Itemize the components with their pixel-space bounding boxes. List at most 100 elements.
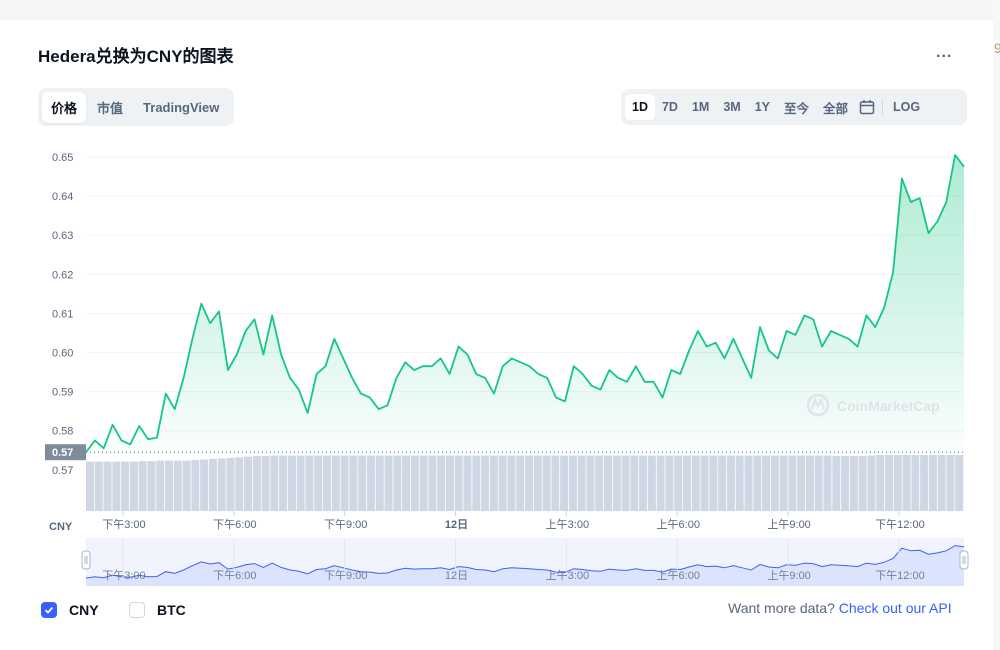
volume-bar xyxy=(709,455,718,511)
x-tick-label: 下午12:00 xyxy=(875,518,925,531)
volume-bar xyxy=(121,461,130,511)
volume-bar xyxy=(331,455,340,511)
currency-axis-label: CNY xyxy=(49,521,73,533)
x-tick-label: 下午3:00 xyxy=(102,518,145,531)
volume-bar xyxy=(753,455,762,511)
navigator-x-label: 上午3:00 xyxy=(546,569,589,582)
navigator-x-label: 上午6:00 xyxy=(657,569,700,582)
volume-bar xyxy=(735,455,744,511)
cny-checkbox[interactable] xyxy=(41,602,57,618)
volume-bar xyxy=(428,455,437,511)
volume-bar xyxy=(656,455,665,511)
checkmark-icon xyxy=(44,606,54,614)
volume-bar xyxy=(525,455,533,511)
cny-label: CNY xyxy=(69,602,99,618)
volume-bar xyxy=(217,458,226,511)
volume-bar xyxy=(182,460,191,511)
volume-bar xyxy=(928,455,937,511)
volume-bar xyxy=(542,455,551,511)
volume-bar xyxy=(384,455,393,511)
volume-bar xyxy=(410,455,419,511)
volume-bar xyxy=(718,455,727,511)
volume-bar xyxy=(639,455,648,511)
volume-bar xyxy=(560,455,569,511)
volume-bar xyxy=(595,455,604,511)
y-tick-label: 0.58 xyxy=(52,426,73,438)
x-tick-label: 下午9:00 xyxy=(324,518,367,531)
volume-bar xyxy=(823,455,832,511)
y-tick-label: 0.59 xyxy=(52,387,73,399)
volume-bar xyxy=(489,455,498,511)
volume-bar xyxy=(226,457,235,511)
x-tick-label: 12日 xyxy=(445,518,468,531)
volume-bar xyxy=(955,455,964,511)
watermark-text: CoinMarketCap xyxy=(837,398,940,414)
navigator-x-label: 下午9:00 xyxy=(324,569,367,582)
y-tick-label: 0.60 xyxy=(52,348,73,360)
legend-cny[interactable]: CNY xyxy=(41,599,99,621)
volume-bar xyxy=(867,455,876,511)
volume-bar xyxy=(568,455,577,511)
navigator-x-label: 下午12:00 xyxy=(875,569,925,582)
volume-bar xyxy=(691,455,700,511)
volume-bar xyxy=(762,455,771,511)
btc-checkbox[interactable] xyxy=(129,602,145,618)
volume-bar xyxy=(849,456,858,511)
volume-bar xyxy=(893,455,902,511)
volume-bar xyxy=(744,455,753,511)
volume-bar xyxy=(507,455,516,511)
volume-bar xyxy=(858,456,867,511)
x-tick-label: 下午6:00 xyxy=(213,518,256,531)
y-tick-label: 0.61 xyxy=(52,308,73,320)
navigator-x-label: 上午9:00 xyxy=(767,569,810,582)
volume-bar xyxy=(586,455,595,511)
volume-bar xyxy=(665,455,674,511)
volume-bar xyxy=(683,455,692,511)
x-tick-label: 上午3:00 xyxy=(546,518,589,531)
reference-value-label: 0.57 xyxy=(52,447,73,459)
volume-bar xyxy=(814,455,823,511)
volume-bar xyxy=(472,455,481,511)
volume-bar xyxy=(884,455,893,511)
volume-bar xyxy=(147,461,156,511)
volume-bar xyxy=(349,455,358,511)
volume-bar xyxy=(402,455,411,511)
navigator-left-handle[interactable] xyxy=(81,550,91,570)
navigator-x-label: 12日 xyxy=(445,570,468,582)
volume-bar xyxy=(937,455,946,511)
volume-bar xyxy=(358,455,367,511)
navigator-right-handle[interactable] xyxy=(959,550,969,570)
btc-label: BTC xyxy=(157,602,186,618)
volume-bar xyxy=(173,460,182,511)
volume-bar xyxy=(445,455,454,511)
volume-bar xyxy=(516,455,525,511)
volume-bar xyxy=(305,455,314,511)
volume-bar xyxy=(129,461,138,511)
volume-bar xyxy=(366,455,375,511)
y-tick-label: 0.62 xyxy=(52,269,73,281)
volume-bar xyxy=(244,456,253,511)
volume-bar xyxy=(612,455,621,511)
volume-bar xyxy=(419,455,428,511)
y-tick-label: 0.63 xyxy=(52,230,73,242)
volume-bar xyxy=(551,455,560,511)
range-navigator[interactable]: 下午3:00 下午6:00 下午9:00 12日 上午3:00 上午6:00 上午9:00 下… xyxy=(81,538,969,586)
price-chart: 0.65 0.64 0.63 0.62 0.61 0.60 0.59 0.58 0.57 0.5… xyxy=(45,152,969,586)
legend-btc[interactable]: BTC xyxy=(129,599,186,621)
y-tick-label: 0.57 xyxy=(52,465,73,477)
api-link[interactable]: Check out our API xyxy=(839,600,952,616)
volume-bar xyxy=(340,455,349,511)
volume-bar xyxy=(779,455,788,511)
price-area xyxy=(86,155,964,455)
volume-bar xyxy=(902,455,911,511)
volume-bar xyxy=(498,455,507,511)
volume-bar xyxy=(94,461,103,511)
volume-bar xyxy=(191,460,200,511)
volume-bar xyxy=(770,455,779,511)
volume-bar xyxy=(463,455,472,511)
volume-bar xyxy=(314,455,323,511)
volume-bar xyxy=(832,456,841,511)
volume-bar xyxy=(911,455,920,511)
volume-bar xyxy=(437,455,446,511)
navigator-x-label: 下午3:00 xyxy=(102,569,145,582)
